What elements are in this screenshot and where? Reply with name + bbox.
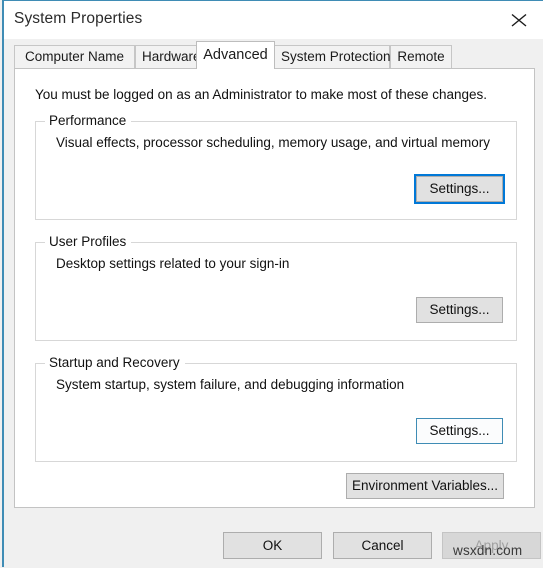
advanced-tab-panel: You must be logged on as an Administrato…	[14, 68, 535, 508]
performance-settings-button[interactable]: Settings...	[414, 174, 505, 204]
close-glyph	[511, 13, 527, 27]
title-bar: System Properties	[4, 1, 543, 39]
environment-variables-button[interactable]: Environment Variables...	[346, 473, 504, 499]
tab-system-protection[interactable]: System Protection	[274, 45, 391, 69]
startup-recovery-group-title: Startup and Recovery	[45, 355, 185, 370]
startup-recovery-settings-button[interactable]: Settings...	[416, 418, 503, 444]
tab-remote[interactable]: Remote	[390, 45, 452, 69]
window-title: System Properties	[14, 10, 143, 27]
user-profiles-settings-button[interactable]: Settings...	[416, 297, 503, 323]
system-properties-dialog: System Properties Computer Name Hardware…	[2, 0, 543, 568]
administrator-note: You must be logged on as an Administrato…	[35, 87, 488, 102]
ok-button[interactable]: OK	[223, 532, 322, 559]
apply-button: Apply	[442, 532, 541, 559]
dialog-command-row: OK Cancel Apply	[4, 508, 543, 568]
performance-group-title: Performance	[45, 113, 132, 128]
tab-hardware[interactable]: Hardware	[135, 45, 205, 69]
startup-recovery-group: Startup and Recovery System startup, sys…	[35, 355, 517, 462]
tab-strip: Computer Name Hardware Advanced System P…	[4, 39, 543, 69]
user-profiles-group-title: User Profiles	[45, 234, 132, 249]
tab-computer-name[interactable]: Computer Name	[14, 45, 135, 69]
user-profiles-group: User Profiles Desktop settings related t…	[35, 234, 517, 341]
tab-advanced[interactable]: Advanced	[196, 41, 275, 69]
performance-group-description: Visual effects, processor scheduling, me…	[56, 135, 490, 150]
close-icon[interactable]	[497, 1, 543, 39]
user-profiles-group-description: Desktop settings related to your sign-in	[56, 256, 290, 271]
startup-recovery-group-description: System startup, system failure, and debu…	[56, 377, 405, 392]
performance-group: Performance Visual effects, processor sc…	[35, 113, 517, 220]
cancel-button[interactable]: Cancel	[333, 532, 432, 559]
